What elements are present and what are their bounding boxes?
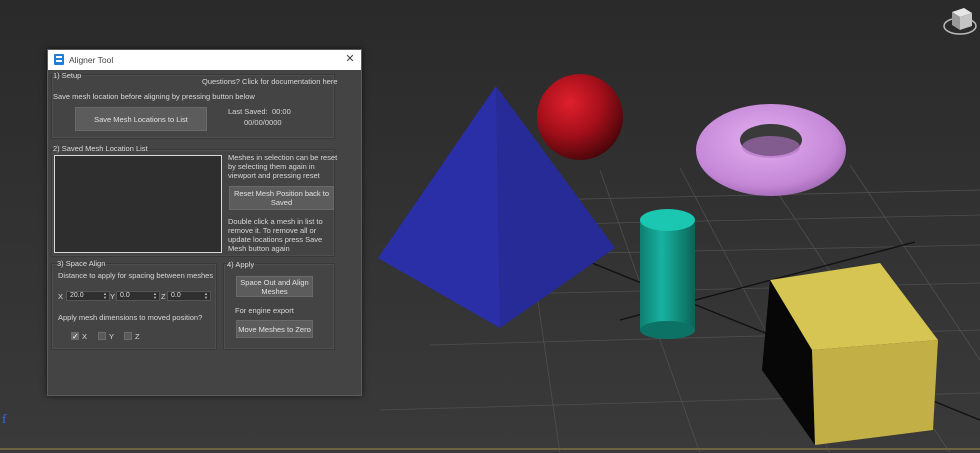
y-spinner-label: Y <box>110 292 116 301</box>
z-distance-spinner[interactable]: 0.0 ▲ ▼ <box>167 291 211 301</box>
aligner-tool-dialog: Aligner Tool ✕ 1) Setup Questions? Click… <box>47 49 362 396</box>
axis-indicator: f <box>2 411 7 426</box>
spinner-arrows-icon[interactable]: ▲ ▼ <box>153 292 158 300</box>
space-out-align-button[interactable]: Space Out and Align Meshes <box>236 276 313 297</box>
saved-list-group-label: 2) Saved Mesh Location List <box>53 144 148 153</box>
spinner-arrows-icon[interactable]: ▲ ▼ <box>103 292 108 300</box>
dims-z-label: Z <box>135 332 140 341</box>
title-bar[interactable]: Aligner Tool ✕ <box>48 50 361 70</box>
dims-y-label: Y <box>109 332 115 341</box>
reset-mesh-position-button[interactable]: Reset Mesh Position back to Saved <box>229 186 334 210</box>
y-distance-value: 0.0 <box>120 292 130 299</box>
reset-button-line-2: Saved <box>270 198 293 207</box>
dims-x-label: X <box>82 332 88 341</box>
reset-info-line-3: viewport and pressing reset <box>228 171 320 180</box>
reset-info-line-1: Meshes in selection can be reset <box>228 153 338 162</box>
x-distance-value: 20.0 <box>70 292 84 299</box>
space-button-line-1: Space Out and Align <box>240 277 309 287</box>
viewcube-icon[interactable] <box>942 4 978 38</box>
y-distance-spinner[interactable]: 0.0 ▲ ▼ <box>116 291 160 301</box>
apply-group-label: 4) Apply <box>227 260 255 269</box>
reset-button-line-1: Reset Mesh Position back to <box>233 189 330 198</box>
last-saved-time: 00:00 <box>272 107 291 116</box>
remove-info-line-1: Double click a mesh in list to <box>228 217 323 226</box>
last-saved-label: Last Saved: <box>228 107 268 116</box>
setup-group-label: 1) Setup <box>53 71 82 80</box>
space-align-group-label: 3) Space Align <box>57 259 106 268</box>
last-saved-date: 00/00/0000 <box>244 118 282 127</box>
saved-mesh-listbox[interactable] <box>54 155 222 253</box>
remove-info-line-3: update locations press Save <box>228 235 323 244</box>
documentation-link[interactable]: Questions? Click for documentation here <box>202 77 338 86</box>
cylinder-mesh[interactable] <box>640 209 695 339</box>
reset-info-line-2: by selecting them again in <box>228 162 315 171</box>
distance-label: Distance to apply for spacing between me… <box>58 271 214 280</box>
z-distance-value: 0.0 <box>171 292 181 299</box>
remove-info-line-4: Mesh button again <box>228 244 290 253</box>
dims-y-checkbox[interactable] <box>98 332 106 340</box>
window-title: Aligner Tool <box>69 55 114 65</box>
sphere-mesh[interactable] <box>537 74 623 160</box>
close-icon[interactable]: ✕ <box>343 52 357 66</box>
x-distance-spinner[interactable]: 20.0 ▲ ▼ <box>66 291 110 301</box>
engine-export-label: For engine export <box>235 306 294 315</box>
save-mesh-locations-button[interactable]: Save Mesh Locations to List <box>75 107 207 131</box>
app-icon <box>54 54 64 65</box>
space-button-line-2: Meshes <box>261 286 288 296</box>
remove-info-line-2: remove it. To remove all or <box>228 226 317 235</box>
move-meshes-to-zero-button[interactable]: Move Meshes to Zero <box>236 320 313 338</box>
torus-mesh[interactable] <box>696 104 846 196</box>
dims-x-checkbox[interactable]: ✓ <box>71 332 79 341</box>
x-spinner-label: X <box>58 292 64 301</box>
dimensions-label: Apply mesh dimensions to moved position? <box>58 313 203 322</box>
dims-z-checkbox[interactable] <box>124 332 132 340</box>
setup-instruction: Save mesh location before aligning by pr… <box>53 92 255 101</box>
spinner-arrows-icon[interactable]: ▲ ▼ <box>204 292 209 300</box>
z-spinner-label: Z <box>161 292 166 301</box>
